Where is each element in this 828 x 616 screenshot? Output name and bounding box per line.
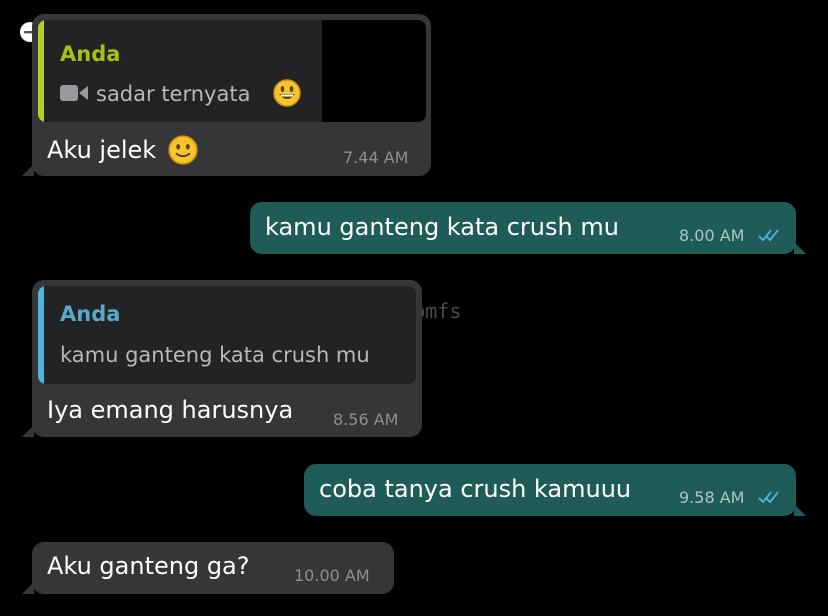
bubble-tail [22,164,34,176]
video-camera-icon [60,85,88,101]
quoted-reply[interactable]: Anda kamu ganteng kata crush mu [38,286,416,384]
quote-accent-bar [38,286,44,384]
double-check-read-icon [758,491,779,504]
bubble-tail [794,242,806,254]
message-timestamp: 10.00 AM [294,566,370,585]
message-bubble-incoming[interactable]: Aku ganteng ga? 10.00 AM [22,542,394,594]
bubble-tail [22,582,34,594]
message-text: coba tanya crush kamuuu [319,475,632,503]
quote-text: sadar ternyata [96,82,251,106]
quoted-reply[interactable]: Anda sadar ternyata [38,20,426,122]
message-bubble-outgoing[interactable]: kamu ganteng kata crush mu 8.00 AM [250,202,806,254]
slightly-smiling-face-emoji [168,135,198,165]
bubble-tail [22,425,34,437]
quote-text: kamu ganteng kata crush mu [60,343,370,367]
message-timestamp: 8.00 AM [679,226,745,245]
bubble-tail [794,504,806,516]
message-bubble-incoming[interactable]: Anda sadar ternyata Aku jelek 7.44 AM [22,14,431,176]
video-thumbnail[interactable] [322,20,426,122]
message-bubble-incoming[interactable]: Anda kamu ganteng kata crush mu Iya eman… [22,280,422,437]
message-bubble-outgoing[interactable]: coba tanya crush kamuuu 9.58 AM [304,464,806,516]
message-text: Aku ganteng ga? [47,552,250,580]
quote-accent-bar [38,20,44,122]
message-text: kamu ganteng kata crush mu [265,213,619,241]
quote-sender-name: Anda [60,42,121,66]
quote-sender-name: Anda [60,302,121,326]
message-text: Iya emang harusnya [47,396,294,424]
message-timestamp: 7.44 AM [343,148,409,167]
message-text: Aku jelek [47,136,157,164]
message-timestamp: 8.56 AM [333,410,399,429]
message-timestamp: 9.58 AM [679,488,745,507]
grinning-face-emoji [273,79,301,107]
double-check-read-icon [758,229,779,242]
